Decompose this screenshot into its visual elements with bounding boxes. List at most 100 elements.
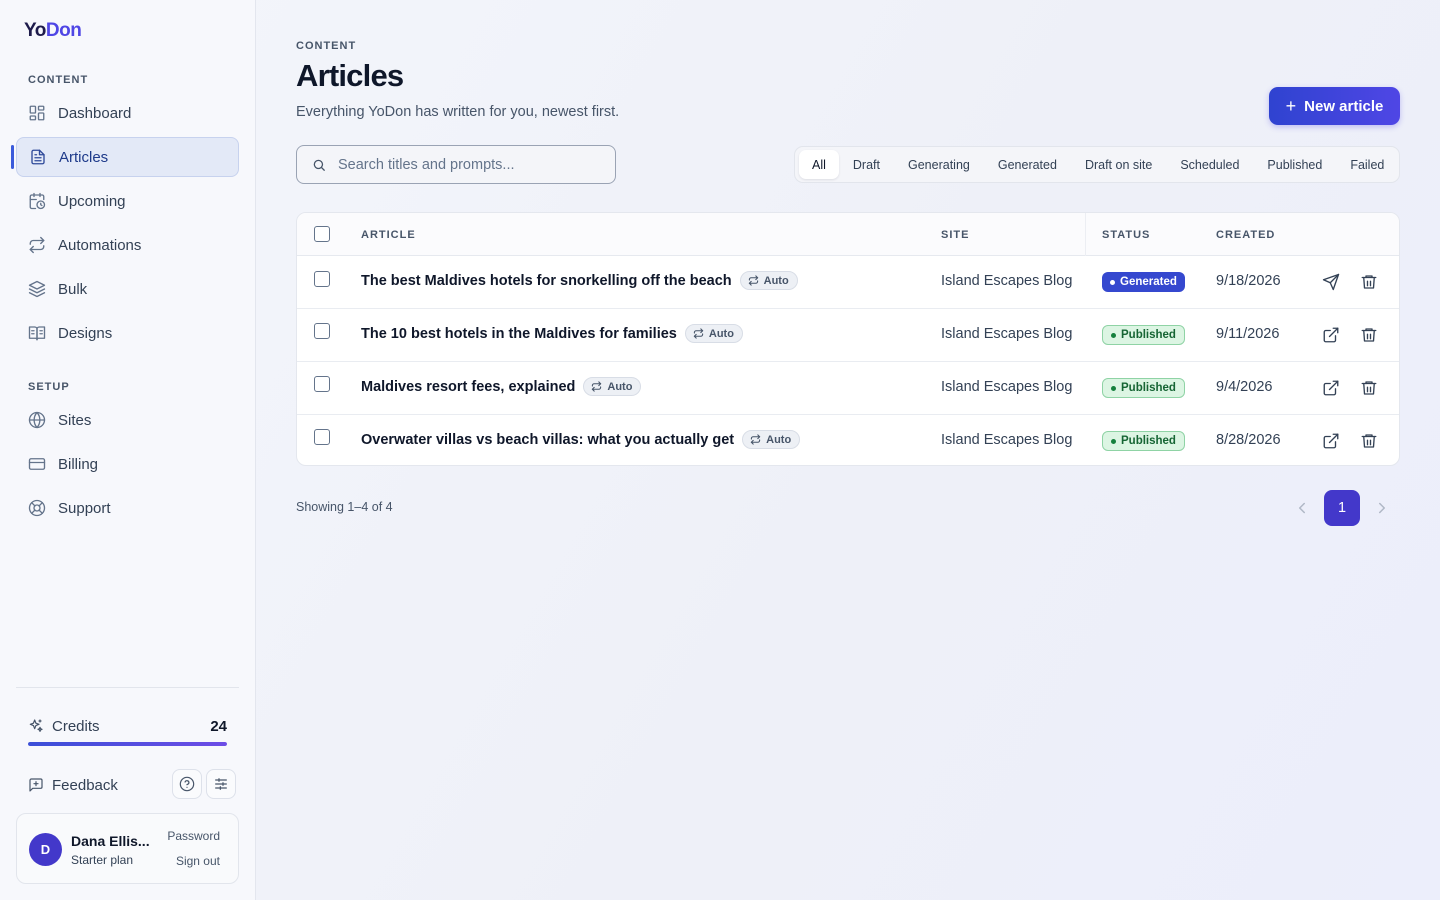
- auto-badge: Auto: [583, 377, 642, 396]
- sidebar-item-sites[interactable]: Sites: [16, 400, 239, 440]
- table-header: ARTICLE SITE STATUS CREATED: [297, 213, 1399, 256]
- new-article-button[interactable]: + New article: [1269, 87, 1400, 125]
- row-checkbox[interactable]: [314, 271, 330, 287]
- sidebar-divider: [16, 687, 239, 688]
- setup-section-label: SETUP: [28, 381, 70, 393]
- sidebar-item-articles[interactable]: Articles: [16, 137, 239, 177]
- help-button[interactable]: [172, 769, 202, 799]
- sidebar: YoDon CONTENT Dashboard Articles Upcomin…: [0, 0, 256, 900]
- globe-icon: [28, 411, 46, 429]
- auto-badge: Auto: [684, 324, 743, 343]
- article-site: Island Escapes Blog: [941, 432, 1073, 448]
- feedback-link[interactable]: Feedback: [28, 774, 118, 796]
- sidebar-item-dashboard[interactable]: Dashboard: [16, 93, 239, 133]
- trash-icon[interactable]: [1360, 432, 1378, 450]
- filter-tab-all[interactable]: All: [799, 150, 839, 179]
- chevron-right-icon[interactable]: [1373, 499, 1391, 517]
- row-checkbox[interactable]: [314, 429, 330, 445]
- sidebar-item-bulk[interactable]: Bulk: [16, 269, 239, 309]
- trash-icon[interactable]: [1360, 273, 1378, 291]
- article-site: Island Escapes Blog: [941, 273, 1073, 289]
- message-plus-icon: [29, 778, 43, 792]
- search-box[interactable]: [296, 145, 616, 184]
- article-site: Island Escapes Blog: [941, 326, 1073, 342]
- row-checkbox[interactable]: [314, 323, 330, 339]
- article-title[interactable]: The best Maldives hotels for snorkelling…: [361, 273, 732, 289]
- search-input[interactable]: [338, 156, 598, 173]
- external-link-icon[interactable]: [1322, 432, 1340, 450]
- article-created: 9/18/2026: [1216, 273, 1281, 289]
- column-header-site[interactable]: SITE: [941, 229, 969, 241]
- filter-tab-draft-on-site[interactable]: Draft on site: [1071, 150, 1166, 179]
- settings-button[interactable]: [206, 769, 236, 799]
- filter-tab-scheduled[interactable]: Scheduled: [1166, 150, 1253, 179]
- credits-label: Credits: [52, 717, 100, 735]
- filter-tab-draft[interactable]: Draft: [839, 150, 894, 179]
- sidebar-item-label: Bulk: [58, 280, 88, 298]
- column-header-created[interactable]: CREATED: [1216, 229, 1275, 241]
- table-row[interactable]: Overwater villas vs beach villas: what y…: [297, 415, 1399, 465]
- status-badge: Published: [1102, 378, 1185, 398]
- filter-tab-generated[interactable]: Generated: [984, 150, 1071, 179]
- credits-progress-fill: [28, 742, 227, 746]
- sidebar-item-automations[interactable]: Automations: [16, 225, 239, 265]
- table-row[interactable]: Maldives resort fees, explained Auto Isl…: [297, 362, 1399, 415]
- select-all-checkbox[interactable]: [314, 226, 330, 242]
- column-header-status[interactable]: STATUS: [1102, 229, 1150, 241]
- column-divider: [1085, 213, 1086, 256]
- sidebar-item-support[interactable]: Support: [16, 488, 239, 528]
- signout-link[interactable]: Sign out: [176, 854, 220, 868]
- table-row[interactable]: The best Maldives hotels for snorkelling…: [297, 256, 1399, 309]
- article-created: 8/28/2026: [1216, 432, 1281, 448]
- column-header-article[interactable]: ARTICLE: [361, 229, 416, 241]
- trash-icon[interactable]: [1360, 326, 1378, 344]
- main-content: CONTENT Articles Everything YoDon has wr…: [296, 0, 1400, 900]
- sidebar-item-label: Dashboard: [58, 104, 132, 122]
- sidebar-item-upcoming[interactable]: Upcoming: [16, 181, 239, 221]
- user-plan: Starter plan: [71, 853, 134, 867]
- article-title-cell: The best Maldives hotels for snorkelling…: [361, 271, 798, 290]
- sidebar-item-label: Sites: [58, 411, 92, 429]
- external-link-icon[interactable]: [1322, 326, 1340, 344]
- status-badge: Published: [1102, 431, 1185, 451]
- filter-tab-failed[interactable]: Failed: [1336, 150, 1398, 179]
- article-title[interactable]: Maldives resort fees, explained: [361, 379, 575, 395]
- lifebuoy-icon: [28, 499, 46, 517]
- content-section-label: CONTENT: [28, 74, 89, 86]
- user-card: D Dana Ellis... Starter plan Password Si…: [16, 813, 239, 884]
- external-link-icon[interactable]: [1322, 379, 1340, 397]
- sidebar-item-label: Upcoming: [58, 192, 126, 210]
- auto-badge: Auto: [739, 271, 798, 290]
- article-title[interactable]: Overwater villas vs beach villas: what y…: [361, 432, 734, 448]
- chevron-left-icon[interactable]: [1293, 499, 1311, 517]
- credits-row: Credits 24: [28, 716, 227, 736]
- sidebar-item-label: Automations: [58, 236, 142, 254]
- status-badge: Published: [1102, 325, 1185, 345]
- app-logo[interactable]: YoDon: [24, 20, 82, 42]
- article-title[interactable]: The 10 best hotels in the Maldives for f…: [361, 326, 677, 342]
- sidebar-item-billing[interactable]: Billing: [16, 444, 239, 484]
- document-icon: [31, 149, 45, 165]
- credits-progress-bar: [28, 742, 227, 746]
- page-subtitle: Everything YoDon has written for you, ne…: [296, 104, 620, 120]
- sidebar-item-label: Support: [58, 499, 111, 517]
- sidebar-item-designs[interactable]: Designs: [16, 313, 239, 353]
- table-row[interactable]: The 10 best hotels in the Maldives for f…: [297, 309, 1399, 362]
- page-button-current[interactable]: 1: [1324, 490, 1360, 526]
- feedback-label: Feedback: [52, 776, 118, 794]
- sidebar-item-label: Designs: [58, 324, 113, 342]
- filter-tab-published[interactable]: Published: [1253, 150, 1336, 179]
- avatar[interactable]: D: [29, 833, 62, 866]
- status-badge: Generated: [1102, 272, 1185, 292]
- sparkles-icon: [29, 719, 43, 732]
- credits-count: 24: [210, 717, 227, 735]
- filter-tab-generating[interactable]: Generating: [894, 150, 984, 179]
- calendar-clock-icon: [29, 192, 46, 210]
- page-title: Articles: [296, 58, 404, 93]
- book-open-icon: [28, 326, 46, 341]
- send-icon[interactable]: [1322, 273, 1340, 291]
- article-title-cell: Overwater villas vs beach villas: what y…: [361, 430, 801, 449]
- trash-icon[interactable]: [1360, 379, 1378, 397]
- password-link[interactable]: Password: [167, 829, 220, 843]
- row-checkbox[interactable]: [314, 376, 330, 392]
